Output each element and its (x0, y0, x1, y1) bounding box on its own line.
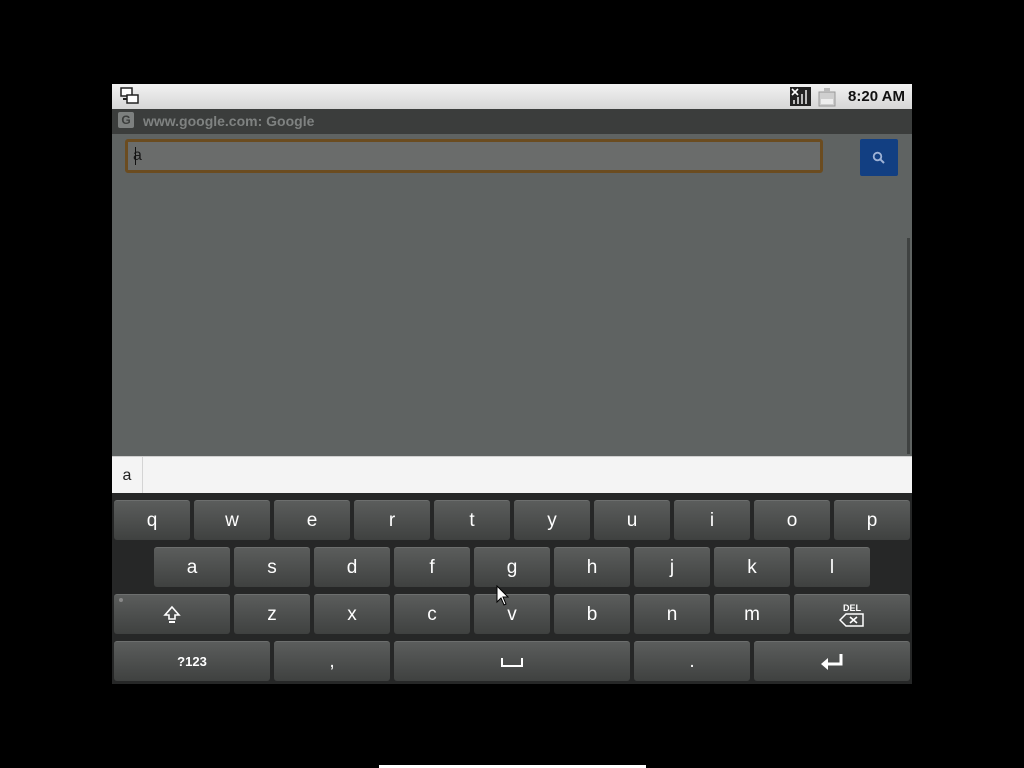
key-i[interactable]: i (674, 500, 750, 540)
key-h[interactable]: h (554, 547, 630, 587)
key-l[interactable]: l (794, 547, 870, 587)
key-q[interactable]: q (114, 500, 190, 540)
space-icon (501, 657, 523, 667)
key-n[interactable]: n (634, 594, 710, 634)
key-b[interactable]: b (554, 594, 630, 634)
battery-charging-icon (818, 88, 836, 107)
key-v[interactable]: v (474, 594, 550, 634)
key-m[interactable]: m (714, 594, 790, 634)
text-cursor (134, 147, 136, 165)
shift-key[interactable] (114, 594, 230, 634)
key-k[interactable]: k (714, 547, 790, 587)
key-x[interactable]: x (314, 594, 390, 634)
soft-keyboard: q w e r t y u i o p a s d f g h j k l z … (112, 493, 912, 684)
key-t[interactable]: t (434, 500, 510, 540)
mouse-pointer-icon (496, 585, 510, 606)
key-a[interactable]: a (154, 547, 230, 587)
key-u[interactable]: u (594, 500, 670, 540)
shift-icon (163, 605, 181, 623)
key-r[interactable]: r (354, 500, 430, 540)
key-z[interactable]: z (234, 594, 310, 634)
key-y[interactable]: y (514, 500, 590, 540)
suggestion-item[interactable]: a (112, 457, 143, 494)
key-j[interactable]: j (634, 547, 710, 587)
key-w[interactable]: w (194, 500, 270, 540)
network-connected-icon (120, 87, 139, 104)
key-o[interactable]: o (754, 500, 830, 540)
magnifier-icon (872, 151, 885, 164)
symbols-key[interactable]: ?123 (114, 641, 270, 681)
favicon-google-icon: G (118, 112, 134, 128)
web-page-content: a (112, 134, 912, 456)
search-input[interactable]: a (125, 139, 823, 173)
scrollbar[interactable] (907, 238, 910, 454)
browser-title-bar: G www.google.com: Google (112, 109, 912, 134)
comma-key[interactable]: , (274, 641, 390, 681)
key-e[interactable]: e (274, 500, 350, 540)
enter-key[interactable] (754, 641, 910, 681)
period-key[interactable]: . (634, 641, 750, 681)
key-d[interactable]: d (314, 547, 390, 587)
key-c[interactable]: c (394, 594, 470, 634)
key-p[interactable]: p (834, 500, 910, 540)
signal-no-service-icon (790, 87, 811, 106)
status-bar: 8:20 AM (112, 84, 912, 109)
space-key[interactable] (394, 641, 630, 681)
shift-lock-indicator (119, 598, 123, 602)
enter-icon (821, 653, 843, 670)
suggestion-strip: a (112, 456, 912, 494)
device-screen: 8:20 AM G www.google.com: Google a a q w… (112, 84, 912, 684)
page-title: www.google.com: Google (143, 113, 315, 129)
status-clock: 8:20 AM (848, 88, 905, 105)
key-s[interactable]: s (234, 547, 310, 587)
key-g[interactable]: g (474, 547, 550, 587)
search-button[interactable] (860, 139, 898, 176)
delete-key[interactable]: DEL (794, 594, 910, 634)
delete-key-label: DEL (843, 602, 861, 613)
key-f[interactable]: f (394, 547, 470, 587)
backspace-icon (839, 612, 864, 627)
